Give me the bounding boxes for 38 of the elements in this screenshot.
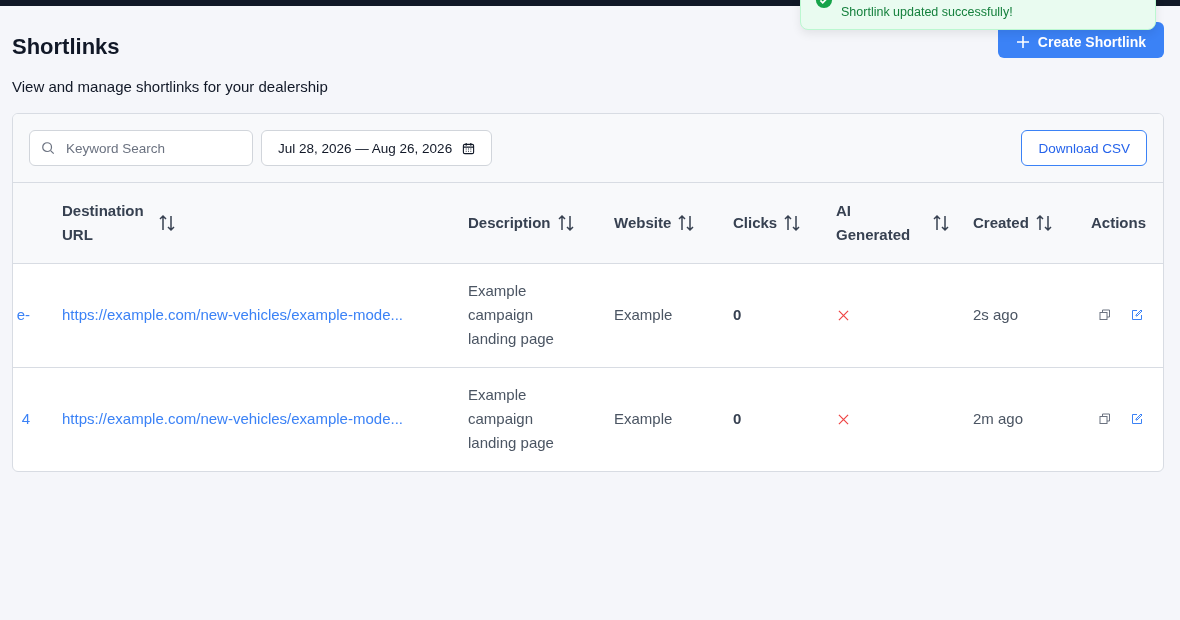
created-time: 2s ago bbox=[973, 306, 1019, 323]
column-header[interactable]: Description bbox=[468, 210, 551, 235]
description-text: Example campaign landing page bbox=[468, 385, 555, 454]
plus-icon bbox=[1015, 35, 1030, 49]
destination-url-link[interactable]: https://example.com/new-vehicles/example-mode... bbox=[62, 407, 403, 432]
search-icon bbox=[41, 141, 55, 155]
column-header[interactable]: Created bbox=[973, 210, 1029, 235]
download-csv-button[interactable]: Download CSV bbox=[1021, 130, 1147, 166]
sort-icon[interactable] bbox=[556, 213, 575, 232]
date-range-picker[interactable]: Jul 28, 2026 — Aug 26, 2026 bbox=[261, 130, 493, 166]
sort-icon[interactable] bbox=[932, 213, 950, 232]
sort-icon[interactable] bbox=[677, 213, 696, 232]
copy-icon[interactable] bbox=[1099, 309, 1111, 321]
website-text: Example bbox=[614, 306, 673, 323]
column-header[interactable]: Website bbox=[614, 210, 672, 235]
shortlink-link[interactable]: 4 bbox=[21, 410, 30, 428]
edit-icon[interactable] bbox=[1131, 309, 1143, 321]
website-text: Example bbox=[614, 410, 673, 428]
page-subtitle: View and manage shortlinks for your dealership bbox=[12, 78, 329, 95]
toast-message: Shortlink updated successfully! bbox=[841, 5, 1013, 19]
copy-icon[interactable] bbox=[1099, 413, 1111, 426]
column-header[interactable]: Destination URL bbox=[62, 198, 152, 247]
calendar-icon bbox=[462, 141, 476, 155]
sort-icon[interactable] bbox=[158, 213, 176, 232]
edit-icon[interactable] bbox=[1131, 413, 1143, 426]
column-header[interactable]: AI Generated bbox=[836, 198, 926, 247]
created-time: 2m ago bbox=[973, 410, 1024, 428]
clicks-count: 0 bbox=[733, 410, 742, 428]
sort-icon[interactable] bbox=[783, 213, 802, 232]
clicks-count: 0 bbox=[733, 306, 742, 323]
search-field[interactable]: Keyword Search bbox=[29, 130, 253, 166]
page-title: Shortlinks bbox=[12, 34, 120, 60]
description-text: Example campaign landing page bbox=[468, 281, 555, 349]
sort-icon[interactable] bbox=[1034, 213, 1053, 232]
column-header[interactable]: Clicks bbox=[733, 210, 778, 235]
shortlink-link[interactable]: e- bbox=[16, 306, 30, 323]
destination-url-link[interactable]: https://example.com/new-vehicles/example-mode... bbox=[62, 303, 403, 327]
column-header: Actions bbox=[1091, 212, 1146, 233]
